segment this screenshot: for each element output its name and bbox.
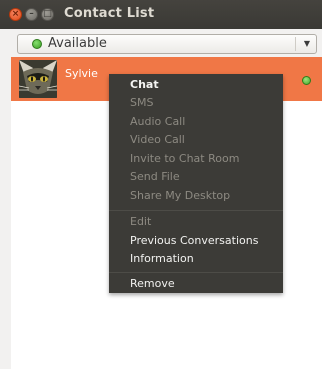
menu-item-audio-call[interactable]: Audio Call <box>130 113 185 131</box>
maximize-icon: □ <box>43 9 52 19</box>
minimize-window-button[interactable]: – <box>25 8 38 21</box>
status-dropdown[interactable]: Available ▼ <box>17 34 317 54</box>
menu-item-sms[interactable]: SMS <box>130 94 153 112</box>
close-window-button[interactable]: × <box>9 8 22 21</box>
menu-item-edit[interactable]: Edit <box>130 213 151 231</box>
minimize-icon: – <box>29 9 34 19</box>
window-titlebar[interactable]: × – □ Contact List <box>0 0 322 29</box>
menu-item-information[interactable]: Information <box>130 250 194 268</box>
menu-separator <box>109 210 283 211</box>
cat-avatar-icon <box>19 60 57 98</box>
close-icon: × <box>11 9 20 19</box>
status-label: Available <box>48 36 107 51</box>
available-status-icon <box>32 39 42 49</box>
online-status-icon <box>302 76 311 85</box>
menu-item-previous-conversations[interactable]: Previous Conversations <box>130 232 258 250</box>
chevron-down-icon[interactable]: ▼ <box>300 37 314 51</box>
menu-item-remove[interactable]: Remove <box>130 275 175 293</box>
menu-item-share-my-desktop[interactable]: Share My Desktop <box>130 187 230 205</box>
contact-context-menu[interactable]: Chat SMS Audio Call Video Call Invite to… <box>109 74 283 293</box>
menu-item-video-call[interactable]: Video Call <box>130 131 185 149</box>
menu-item-send-file[interactable]: Send File <box>130 168 180 186</box>
menu-item-chat[interactable]: Chat <box>130 76 159 94</box>
maximize-window-button[interactable]: □ <box>41 8 54 21</box>
menu-separator <box>109 272 283 273</box>
window-title: Contact List <box>64 6 155 21</box>
menu-item-invite-to-chat-room[interactable]: Invite to Chat Room <box>130 150 239 168</box>
dropdown-divider <box>295 37 296 51</box>
contact-name: Sylvie <box>65 67 98 80</box>
